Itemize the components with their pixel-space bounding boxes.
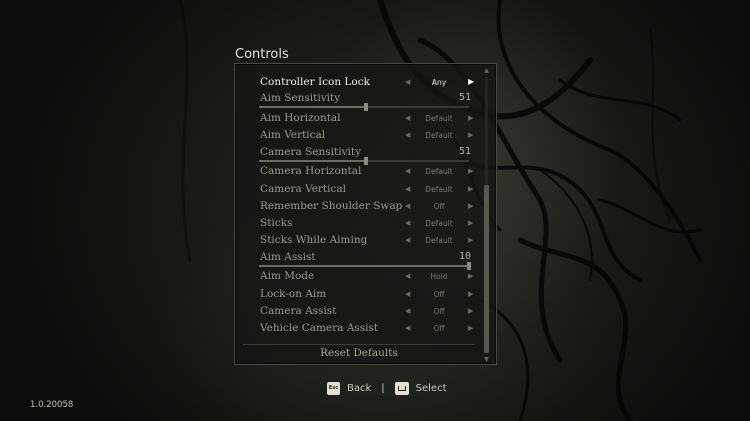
arrow-right-icon[interactable]: ▶ (468, 202, 473, 210)
option-sticks-while-aiming[interactable]: Sticks While Aiming ◀ Default ▶ (241, 233, 477, 250)
page-title: Controls (235, 47, 289, 62)
setting-label: Sticks (260, 217, 293, 230)
setting-label: Lock-on Aim (260, 287, 327, 300)
slider-track[interactable] (259, 103, 469, 112)
option-aim-mode[interactable]: Aim Mode ◀ Hold ▶ (241, 269, 477, 286)
arrow-right-icon[interactable]: ▶ (468, 114, 473, 122)
setting-value: Default (425, 236, 453, 246)
setting-value: Off (433, 201, 445, 211)
option-sticks[interactable]: Sticks ◀ Default ▶ (241, 216, 477, 233)
option-lock-on-aim[interactable]: Lock-on Aim ◀ Off ▶ (241, 287, 477, 304)
slider-fill (259, 264, 469, 267)
version-label: 1.0.20058 (30, 400, 74, 410)
scrollbar[interactable]: ▲ ▼ (482, 67, 491, 363)
arrow-right-icon[interactable]: ▶ (468, 272, 473, 280)
arrow-left-icon[interactable]: ◀ (405, 185, 410, 193)
arrow-left-icon[interactable]: ◀ (405, 290, 410, 298)
setting-label: Remember Shoulder Swap (260, 199, 403, 212)
arrow-right-icon[interactable]: ▶ (468, 131, 473, 139)
setting-label: Aim Vertical (260, 129, 326, 142)
arrow-left-icon[interactable]: ◀ (405, 131, 410, 139)
scroll-up-icon[interactable]: ▲ (482, 67, 491, 74)
hint-separator: | (381, 382, 385, 394)
scroll-down-icon[interactable]: ▼ (482, 356, 491, 363)
setting-value: Hold (430, 272, 448, 282)
setting-value: Default (425, 131, 453, 141)
option-aim-horizontal[interactable]: Aim Horizontal ◀ Default ▶ (241, 111, 477, 128)
slider-value: 51 (458, 145, 471, 157)
option-controller-icon-lock[interactable]: Controller Icon Lock ◀ Any ▶ (241, 75, 477, 92)
button-hints: Esc Back | Select (327, 380, 447, 396)
arrow-left-icon[interactable]: ◀ (405, 324, 410, 332)
arrow-left-icon[interactable]: ◀ (405, 219, 410, 227)
setting-value: Default (425, 113, 453, 123)
arrow-right-icon[interactable]: ▶ (468, 307, 473, 315)
setting-label: Vehicle Camera Assist (260, 322, 379, 335)
arrow-right-icon[interactable]: ▶ (468, 290, 473, 298)
arrow-left-icon[interactable]: ◀ (405, 78, 410, 86)
option-camera-vertical[interactable]: Camera Vertical ◀ Default ▶ (241, 182, 477, 199)
back-button[interactable]: Back (347, 383, 371, 394)
arrow-right-icon[interactable]: ▶ (468, 324, 473, 332)
setting-label: Sticks While Aiming (260, 234, 368, 247)
arrow-left-icon[interactable]: ◀ (405, 272, 410, 280)
arrow-right-icon[interactable]: ▶ (468, 219, 473, 227)
setting-label: Aim Mode (260, 270, 315, 283)
slider-fill (259, 106, 367, 109)
setting-value: Any (431, 78, 447, 87)
select-button[interactable]: Select (416, 383, 447, 394)
slider-camera-sensitivity[interactable]: Camera Sensitivity 51 (241, 146, 477, 165)
setting-label: Camera Vertical (260, 182, 347, 195)
slider-aim-sensitivity[interactable]: Aim Sensitivity 51 (241, 92, 477, 112)
arrow-left-icon[interactable]: ◀ (405, 167, 410, 175)
option-camera-horizontal[interactable]: Camera Horizontal ◀ Default ▶ (241, 164, 477, 181)
scroll-rail[interactable] (484, 77, 489, 353)
enter-key-icon (394, 381, 409, 395)
setting-label: Aim Sensitivity (260, 92, 341, 105)
esc-key-icon: Esc (327, 381, 340, 395)
settings-list: Controller Icon Lock ◀ Any ▶ Aim Sensitivity… (241, 75, 477, 339)
arrow-right-icon[interactable]: ▶ (468, 185, 473, 193)
divider (243, 344, 475, 345)
arrow-left-icon[interactable]: ◀ (405, 202, 410, 210)
setting-label: Camera Sensitivity (260, 145, 362, 158)
setting-label: Camera Assist (260, 305, 337, 318)
option-remember-shoulder-swap[interactable]: Remember Shoulder Swap ◀ Off ▶ (241, 199, 477, 216)
scroll-thumb[interactable] (484, 184, 489, 353)
arrow-left-icon[interactable]: ◀ (405, 236, 410, 244)
arrow-right-icon[interactable]: ▶ (468, 77, 474, 86)
setting-value: Default (425, 167, 453, 177)
slider-fill (259, 159, 367, 162)
setting-value: Off (433, 324, 445, 334)
slider-track[interactable] (259, 261, 471, 270)
arrow-left-icon[interactable]: ◀ (405, 307, 410, 315)
setting-label: Aim Horizontal (260, 111, 341, 124)
setting-label: Aim Assist (260, 250, 316, 263)
option-camera-assist[interactable]: Camera Assist ◀ Off ▶ (241, 304, 477, 321)
setting-label: Camera Horizontal (260, 165, 362, 178)
slider-aim-assist[interactable]: Aim Assist 10 (241, 251, 477, 270)
slider-track[interactable] (259, 156, 469, 165)
slider-value: 51 (458, 92, 471, 104)
setting-value: Off (433, 289, 445, 299)
option-vehicle-camera-assist[interactable]: Vehicle Camera Assist ◀ Off ▶ (241, 321, 477, 338)
setting-label: Controller Icon Lock (260, 76, 370, 88)
settings-panel: Controller Icon Lock ◀ Any ▶ Aim Sensitivity… (234, 63, 497, 365)
setting-value: Default (425, 219, 453, 229)
arrow-right-icon[interactable]: ▶ (468, 167, 473, 175)
arrow-right-icon[interactable]: ▶ (468, 236, 473, 244)
setting-value: Default (425, 184, 453, 194)
reset-defaults-button[interactable]: Reset Defaults (241, 347, 477, 359)
slider-value: 10 (458, 250, 471, 262)
option-aim-vertical[interactable]: Aim Vertical ◀ Default ▶ (241, 128, 477, 145)
setting-value: Off (433, 307, 445, 317)
arrow-left-icon[interactable]: ◀ (405, 114, 410, 122)
